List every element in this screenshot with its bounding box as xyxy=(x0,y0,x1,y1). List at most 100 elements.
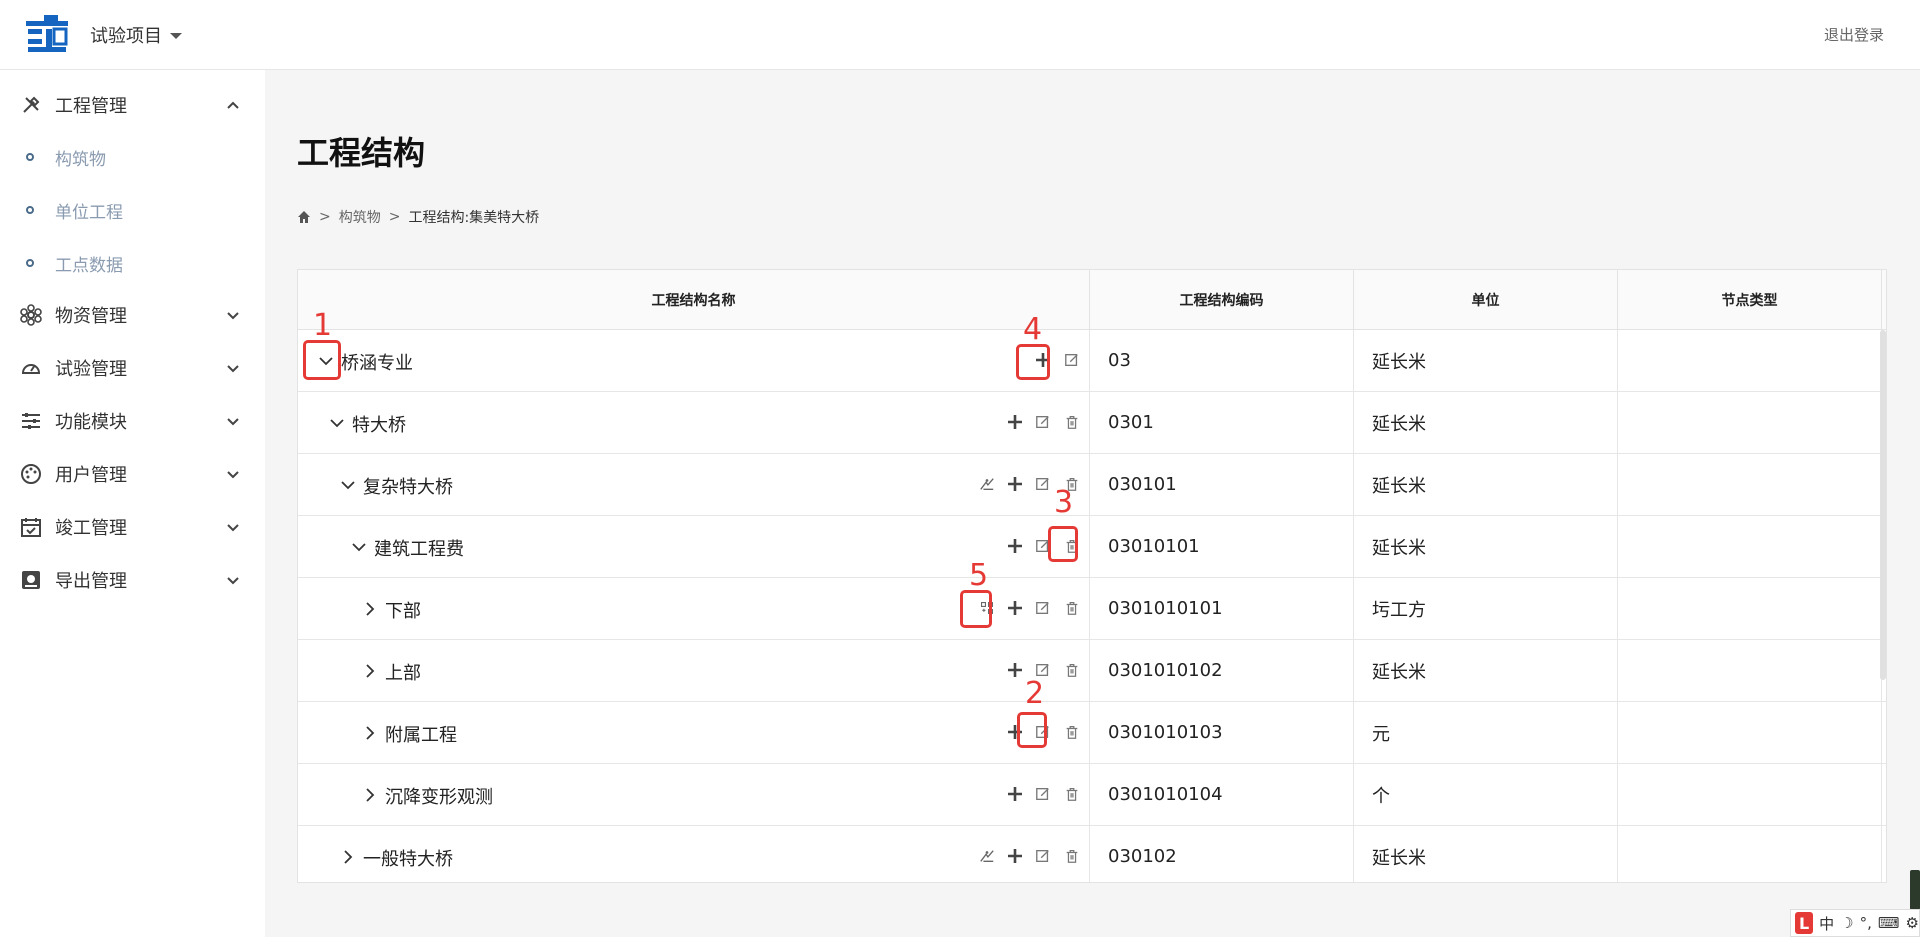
cell-node-type xyxy=(1618,764,1882,825)
export-icon xyxy=(22,571,40,589)
cell-code: 03 xyxy=(1090,330,1354,391)
chevron-up-icon xyxy=(227,101,239,109)
chevron-down-icon[interactable] xyxy=(340,477,356,493)
keyboard-icon[interactable]: ⌨ xyxy=(1878,914,1900,932)
punctuation-icon[interactable]: °, xyxy=(1860,914,1872,932)
structure-button[interactable] xyxy=(978,475,996,493)
edit-button[interactable] xyxy=(1034,475,1052,493)
edit-button[interactable] xyxy=(1063,351,1081,369)
delete-button[interactable] xyxy=(1063,785,1081,803)
ime-toolbar[interactable]: L 中 ☽ °, ⌨ ⚙ xyxy=(1790,909,1920,937)
sidebar-item-engineering[interactable]: 工程管理 xyxy=(0,85,265,125)
add-child-button[interactable] xyxy=(1006,475,1024,493)
annotation-number-1: 1 xyxy=(313,308,333,343)
node-name: 上部 xyxy=(385,663,421,684)
column-header-unit: 单位 xyxy=(1354,270,1618,330)
table-row: 复杂特大桥 030101 延长米 xyxy=(298,454,1886,516)
logout-link[interactable]: 退出登录 xyxy=(1824,24,1884,45)
chevron-right-icon[interactable] xyxy=(362,663,378,679)
chevron-down-icon xyxy=(227,365,239,373)
palette-icon xyxy=(21,464,41,484)
chevron-right-icon[interactable] xyxy=(362,601,378,617)
home-icon[interactable] xyxy=(297,210,311,224)
sidebar-item-users[interactable]: 用户管理 xyxy=(0,454,265,494)
sidebar-subitem-structures[interactable]: 构筑物 xyxy=(0,137,265,177)
annotation-box-2 xyxy=(1017,712,1047,748)
sidebar-item-label: 试验管理 xyxy=(55,359,127,380)
delete-button[interactable] xyxy=(1063,723,1081,741)
delete-button[interactable] xyxy=(1063,599,1081,617)
sidebar-item-label: 功能模块 xyxy=(55,412,127,433)
add-icon xyxy=(1006,661,1024,679)
cell-node-type xyxy=(1618,702,1882,763)
sidebar-subitem-label: 工点数据 xyxy=(55,255,123,276)
chevron-down-icon xyxy=(227,418,239,426)
chevron-down-icon[interactable] xyxy=(329,415,345,431)
breadcrumb-link-structures[interactable]: 构筑物 xyxy=(339,207,381,227)
table-row: 建筑工程费 03010101 延长米 xyxy=(298,516,1886,578)
add-child-button[interactable] xyxy=(1006,785,1024,803)
annotation-box-3 xyxy=(1048,526,1078,562)
cell-name: 附属工程 xyxy=(298,702,1090,763)
breadcrumb-current: 工程结构:集美特大桥 xyxy=(408,210,540,226)
table-header: 工程结构名称 工程结构编码 单位 节点类型 xyxy=(298,270,1886,330)
sidebar-subitem-unit-projects[interactable]: 单位工程 xyxy=(0,190,265,230)
chevron-down-icon xyxy=(227,577,239,585)
cell-code: 0301010103 xyxy=(1090,702,1354,763)
add-child-button[interactable] xyxy=(1006,599,1024,617)
add-child-button[interactable] xyxy=(1006,413,1024,431)
table-row: 上部 0301010102 延长米 xyxy=(298,640,1886,702)
edit-button[interactable] xyxy=(1034,413,1052,431)
sidebar-subitem-site-data[interactable]: 工点数据 xyxy=(0,243,265,283)
delete-button[interactable] xyxy=(1063,847,1081,865)
chevron-down-icon xyxy=(227,312,239,320)
chevron-right-icon[interactable] xyxy=(340,849,356,865)
ime-lang-label[interactable]: 中 xyxy=(1819,913,1834,934)
add-child-button[interactable] xyxy=(1006,847,1024,865)
cell-unit: 延长米 xyxy=(1354,454,1618,515)
node-name: 桥涵专业 xyxy=(341,353,413,374)
project-selector[interactable]: 试验项目 xyxy=(90,22,182,48)
edit-button[interactable] xyxy=(1034,599,1052,617)
materials-icon xyxy=(20,304,42,326)
node-name: 沉降变形观测 xyxy=(385,787,493,808)
sidebar-item-completion[interactable]: 竣工管理 xyxy=(0,507,265,547)
delete-icon xyxy=(1064,600,1080,616)
edit-icon xyxy=(1035,786,1051,802)
sidebar-subitem-label: 单位工程 xyxy=(55,202,123,223)
cell-unit: 延长米 xyxy=(1354,330,1618,391)
cell-unit: 延长米 xyxy=(1354,392,1618,453)
moon-icon[interactable]: ☽ xyxy=(1840,914,1853,932)
table-row: 一般特大桥 030102 延长米 xyxy=(298,826,1886,882)
edit-button[interactable] xyxy=(1034,847,1052,865)
sidebar-item-export[interactable]: 导出管理 xyxy=(0,560,265,600)
chevron-right-icon[interactable] xyxy=(362,787,378,803)
cell-code: 030101 xyxy=(1090,454,1354,515)
edit-button[interactable] xyxy=(1034,785,1052,803)
sidebar-item-label: 竣工管理 xyxy=(55,518,127,539)
structure-tree-table: 工程结构名称 工程结构编码 单位 节点类型 桥涵专业 03 延长米 特大桥 0301 延长… xyxy=(297,269,1887,883)
chevron-right-icon[interactable] xyxy=(362,725,378,741)
cell-unit: 延长米 xyxy=(1354,826,1618,882)
cell-node-type xyxy=(1618,578,1882,639)
bullet-icon xyxy=(26,153,34,161)
settings-icon[interactable]: ⚙ xyxy=(1906,914,1919,932)
sidebar-item-modules[interactable]: 功能模块 xyxy=(0,401,265,441)
edit-icon xyxy=(1064,352,1080,368)
node-name: 特大桥 xyxy=(352,415,406,436)
delete-button[interactable] xyxy=(1063,413,1081,431)
sidebar-subitem-label: 构筑物 xyxy=(55,149,106,170)
cell-unit: 个 xyxy=(1354,764,1618,825)
chevron-down-icon[interactable] xyxy=(351,539,367,555)
delete-button[interactable] xyxy=(1063,661,1081,679)
structure-button[interactable] xyxy=(978,847,996,865)
sidebar-item-testing[interactable]: 试验管理 xyxy=(0,348,265,388)
cell-name: 一般特大桥 xyxy=(298,826,1090,882)
structure-icon xyxy=(979,476,995,492)
table-row: 沉降变形观测 0301010104 个 xyxy=(298,764,1886,826)
add-child-button[interactable] xyxy=(1006,537,1024,555)
table-row: 桥涵专业 03 延长米 xyxy=(298,330,1886,392)
add-child-button[interactable] xyxy=(1006,661,1024,679)
sidebar-item-materials[interactable]: 物资管理 xyxy=(0,295,265,335)
table-scrollbar[interactable] xyxy=(1880,330,1886,680)
